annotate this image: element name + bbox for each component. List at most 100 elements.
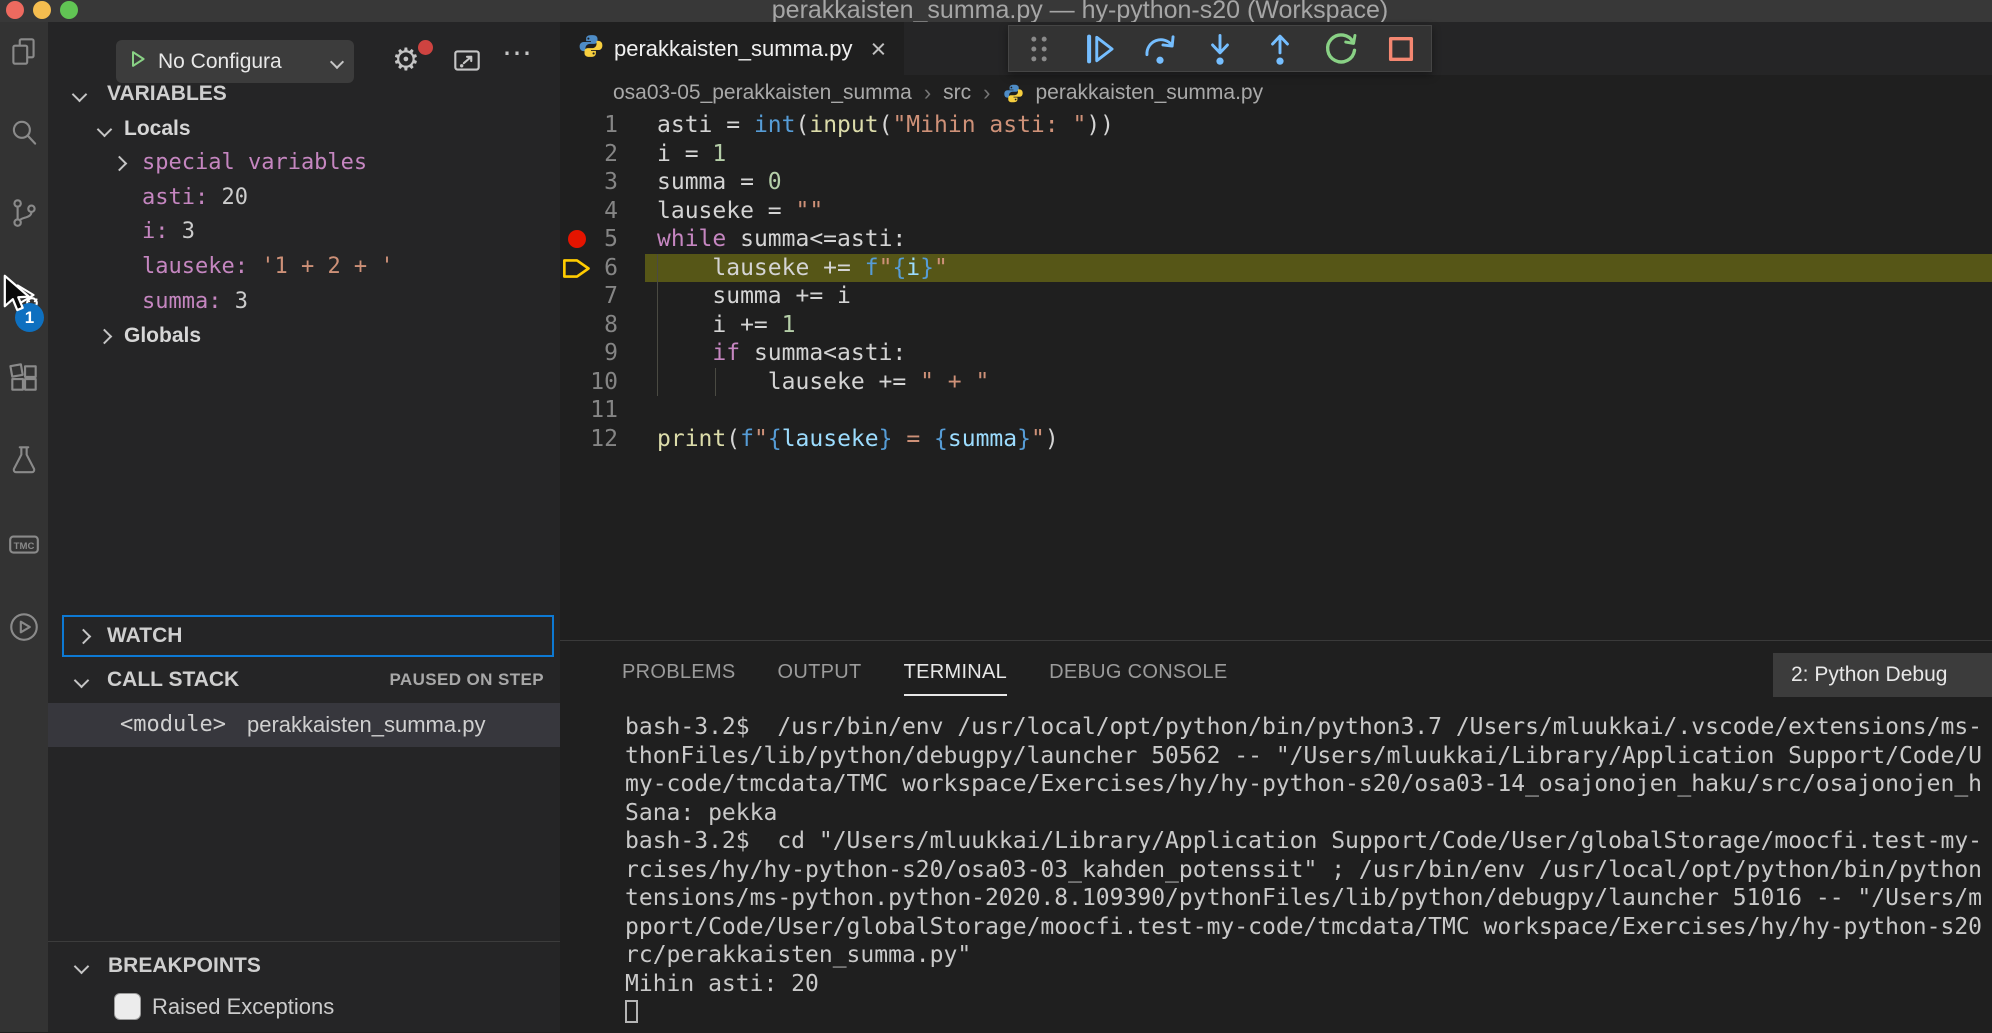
code-text: lauseke += " + " — [657, 368, 989, 397]
bottom-panel: PROBLEMS OUTPUT TERMINAL DEBUG CONSOLE 2: P… — [560, 640, 1992, 1033]
raised-exceptions-checkbox[interactable] — [114, 993, 141, 1020]
tab-label: perakkaisten_summa.py — [614, 36, 852, 62]
gear-badge — [418, 40, 433, 55]
activity-item-search-icon[interactable] — [7, 116, 41, 154]
code-text: summa = 0 — [657, 168, 782, 197]
call-stack-frame[interactable]: <module> perakkaisten_summa.py — [48, 703, 560, 747]
line-number: 2 — [560, 140, 618, 169]
code-line-4: 4lauseke = "" — [560, 197, 1992, 226]
line-number: 1 — [560, 111, 618, 140]
variables-row-variables[interactable]: VARIABLES — [48, 77, 560, 112]
debug-sidebar: No Configura ⚙ ⋯ VARIABLESLocalsspecial … — [48, 22, 560, 1032]
variables-row-summa[interactable]: summa: 3 — [48, 285, 560, 320]
stop-icon[interactable] — [1383, 31, 1419, 67]
code-text: while summa<=asti: — [657, 225, 906, 254]
variables-row-globals[interactable]: Globals — [48, 319, 560, 354]
continue-icon[interactable] — [1081, 31, 1117, 67]
code-line-10: 10 lauseke += " + " — [560, 368, 1992, 397]
breadcrumb: osa03-05_perakkaisten_summa›src›perakkai… — [560, 75, 1992, 111]
terminal-line: rc/perakkaisten_summa.py" — [625, 941, 1982, 970]
breadcrumb-separator: › — [983, 80, 990, 106]
terminal-line: Mihin asti: 20 — [625, 970, 1982, 999]
python-icon — [578, 33, 604, 64]
variables-row-locals[interactable]: Locals — [48, 112, 560, 147]
line-number: 3 — [560, 168, 618, 197]
more-actions-icon[interactable]: ⋯ — [502, 36, 532, 71]
call-stack-section-header[interactable]: CALL STACK PAUSED ON STEP — [48, 659, 560, 701]
activity-item-test-beaker-icon[interactable] — [7, 443, 41, 481]
tab-perakkaisten-summa[interactable]: perakkaisten_summa.py × — [560, 22, 904, 75]
code-text: if summa<asti: — [657, 339, 906, 368]
terminal-line: rcises/hy/hy-python-s20/osa03-03_kahden_… — [625, 856, 1982, 885]
step-over-icon[interactable] — [1142, 31, 1178, 67]
activity-item-tmc-icon[interactable]: TMC — [7, 527, 41, 565]
variables-row-i[interactable]: i: 3 — [48, 215, 560, 250]
chevron-right-icon — [76, 629, 92, 645]
section-divider — [48, 941, 560, 942]
code-text: print(f"{lauseke} = {summa}") — [657, 425, 1059, 454]
line-number: 12 — [560, 425, 618, 454]
panel-tab-terminal[interactable]: TERMINAL — [904, 661, 1008, 696]
line-number: 8 — [560, 311, 618, 340]
terminal-line: my-code/tmcdata/TMC workspace/Exercises/… — [625, 770, 1982, 799]
activity-item-play-circle-icon[interactable] — [7, 610, 41, 648]
terminal-selector-dropdown[interactable]: 2: Python Debug — [1773, 653, 1992, 697]
watch-label: WATCH — [107, 617, 182, 655]
variables-row-lauseke[interactable]: lauseke: '1 + 2 + ' — [48, 250, 560, 285]
breakpoints-section-header[interactable]: BREAKPOINTS — [48, 947, 560, 985]
breadcrumb-item[interactable]: src — [943, 81, 971, 105]
code-line-12: 12 print(f"{lauseke} = {summa}") — [560, 425, 1992, 454]
code-line-2: 2 i = 1 — [560, 140, 1992, 169]
debug-config-label: No Configura — [158, 50, 322, 74]
code-editor[interactable]: 1asti = int(input("Mihin asti: "))2 i = 1… — [560, 111, 1992, 640]
code-text: lauseke += f"{i}" — [657, 254, 948, 283]
gear-icon[interactable]: ⚙ — [392, 40, 420, 80]
breadcrumb-item[interactable]: osa03-05_perakkaisten_summa — [613, 81, 912, 105]
panel-tabs: PROBLEMS OUTPUT TERMINAL DEBUG CONSOLE — [622, 661, 1228, 696]
panel-tab-problems[interactable]: PROBLEMS — [622, 661, 736, 696]
code-line-9: 9 if summa<asti: — [560, 339, 1992, 368]
code-text: i = 1 — [657, 140, 726, 169]
code-line-5: 5while summa<=asti: — [560, 225, 1992, 254]
step-into-icon[interactable] — [1202, 31, 1238, 67]
breakpoint-icon[interactable] — [568, 230, 586, 248]
start-debugging-icon[interactable] — [128, 49, 148, 74]
python-icon — [1003, 83, 1024, 104]
line-number: 11 — [560, 396, 618, 425]
restart-icon[interactable] — [1323, 31, 1359, 67]
code-line-3: 3 summa = 0 — [560, 168, 1992, 197]
variables-row-asti[interactable]: asti: 20 — [48, 181, 560, 216]
code-line-1: 1asti = int(input("Mihin asti: ")) — [560, 111, 1992, 140]
breakpoint-item-row[interactable]: Raised Exceptions — [48, 987, 560, 1027]
variables-row-special-variables[interactable]: special variables — [48, 146, 560, 181]
terminal-output[interactable]: bash-3.2$ /usr/bin/env /usr/local/opt/py… — [625, 713, 1982, 1027]
line-number: 7 — [560, 282, 618, 311]
terminal-line: Sana: pekka — [625, 799, 1982, 828]
code-line-8: 8 i += 1 — [560, 311, 1992, 340]
panel-tab-output[interactable]: OUTPUT — [778, 661, 862, 696]
panel-tab-debug-console[interactable]: DEBUG CONSOLE — [1049, 661, 1227, 696]
close-tab-icon[interactable]: × — [870, 39, 886, 59]
watch-section-header[interactable]: WATCH — [62, 615, 554, 657]
tab-bar: perakkaisten_summa.py × — [560, 22, 1992, 75]
editor-group: perakkaisten_summa.py × osa03-05_perakka… — [560, 22, 1992, 1032]
chevron-down-icon — [330, 54, 344, 68]
code-text: lauseke = "" — [657, 197, 823, 226]
line-number: 9 — [560, 339, 618, 368]
debug-toolbar — [1008, 25, 1432, 72]
chevron-right-icon — [112, 156, 128, 172]
raised-exceptions-label: Raised Exceptions — [152, 987, 334, 1027]
code-text: i += 1 — [657, 311, 795, 340]
code-line-6: 6 lauseke += f"{i}" — [560, 254, 1992, 283]
activity-item-explorer-icon[interactable] — [7, 35, 41, 73]
terminal-cursor — [625, 1000, 638, 1023]
current-line-arrow-icon — [562, 257, 592, 280]
activity-item-source-control-icon[interactable] — [7, 196, 41, 234]
step-out-icon[interactable] — [1262, 31, 1298, 67]
activity-item-extensions-icon[interactable] — [7, 362, 41, 400]
svg-text:TMC: TMC — [14, 541, 35, 552]
chevron-right-icon — [97, 329, 113, 345]
mouse-cursor-icon — [0, 274, 32, 321]
terminal-line: tensions/ms-python.python-2020.8.109390/… — [625, 884, 1982, 913]
breadcrumb-item[interactable]: perakkaisten_summa.py — [1036, 81, 1264, 105]
